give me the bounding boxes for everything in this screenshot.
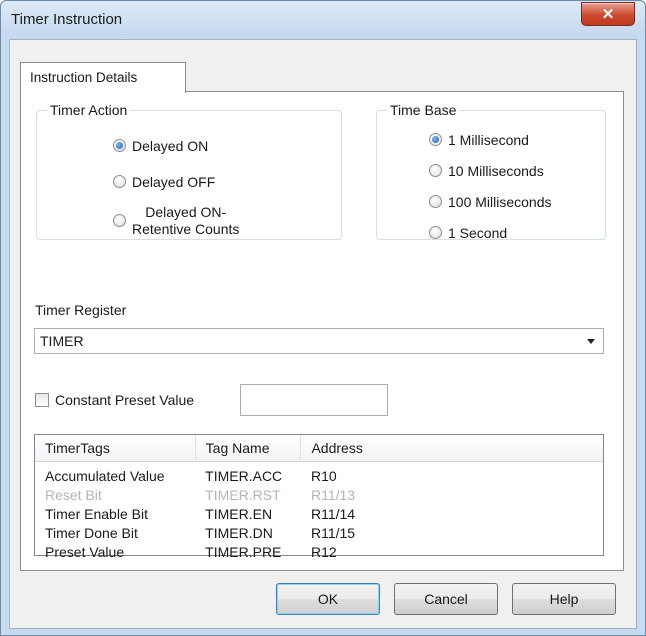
cell-address: R10 bbox=[310, 467, 337, 484]
column-header-address[interactable]: Address bbox=[300, 435, 603, 462]
ok-button[interactable]: OK bbox=[276, 583, 380, 615]
radio-delayed-on-retentive[interactable]: Delayed ON- Retentive Counts bbox=[113, 204, 239, 238]
radio-button-icon[interactable] bbox=[113, 175, 126, 188]
radio-label: 10 Milliseconds bbox=[448, 163, 544, 179]
radio-label: Delayed ON bbox=[132, 138, 209, 154]
cell-name: TIMER.ACC bbox=[205, 467, 283, 484]
radio-button-icon[interactable] bbox=[429, 164, 442, 177]
radio-1-second[interactable]: 1 Second bbox=[429, 225, 507, 242]
table-row[interactable]: Accumulated Value TIMER.ACC R10 bbox=[35, 462, 603, 486]
cell-tag: Preset Value bbox=[45, 543, 125, 560]
table-row: Reset Bit TIMER.RST R11/13 bbox=[35, 485, 603, 504]
timer-action-legend: Timer Action bbox=[50, 102, 128, 118]
time-base-legend: Time Base bbox=[390, 102, 457, 118]
cancel-button[interactable]: Cancel bbox=[394, 583, 498, 615]
timer-action-group: Timer Action Delayed ON Delayed OFF Dela… bbox=[36, 102, 342, 240]
constant-preset-checkbox[interactable] bbox=[35, 393, 49, 407]
close-button[interactable]: ✕ bbox=[581, 2, 635, 26]
radio-label: Delayed OFF bbox=[132, 174, 216, 190]
help-button[interactable]: Help bbox=[512, 583, 616, 615]
title-bar[interactable]: Timer Instruction ✕ bbox=[1, 1, 645, 37]
radio-1-millisecond[interactable]: 1 Millisecond bbox=[429, 132, 529, 149]
dialog-window: Timer Instruction ✕ Instruction Details … bbox=[0, 0, 646, 636]
cell-tag: Reset Bit bbox=[45, 486, 102, 503]
tab-instruction-details[interactable]: Instruction Details bbox=[20, 62, 186, 93]
radio-label: 1 Millisecond bbox=[448, 132, 529, 148]
radio-button-icon[interactable] bbox=[113, 214, 126, 227]
dialog-client-area: Instruction Details Timer Action Delayed… bbox=[9, 39, 637, 629]
cell-name: TIMER.DN bbox=[205, 524, 273, 541]
radio-button-icon[interactable] bbox=[113, 139, 126, 152]
cell-address: R12 bbox=[310, 543, 337, 560]
timer-register-value: TIMER bbox=[40, 333, 84, 349]
cell-tag: Timer Done Bit bbox=[45, 524, 138, 541]
radio-button-icon[interactable] bbox=[429, 133, 442, 146]
radio-delayed-off[interactable]: Delayed OFF bbox=[113, 174, 215, 191]
radio-100-milliseconds[interactable]: 100 Milliseconds bbox=[429, 194, 552, 211]
cell-address: R11/15 bbox=[310, 524, 356, 541]
cell-tag: Timer Enable Bit bbox=[45, 505, 148, 522]
cell-name: TIMER.PRE bbox=[205, 543, 282, 560]
close-icon: ✕ bbox=[601, 6, 615, 23]
timer-register-label: Timer Register bbox=[35, 302, 127, 318]
column-header-tag-name[interactable]: Tag Name bbox=[195, 435, 302, 462]
time-base-group: Time Base 1 Millisecond 10 Milliseconds … bbox=[376, 102, 606, 242]
radio-label: Delayed ON- Retentive Counts bbox=[132, 204, 240, 237]
instruction-details-panel: Timer Action Delayed ON Delayed OFF Dela… bbox=[20, 91, 624, 571]
timer-tags-table: TimerTags Tag Name Address Accumulated V… bbox=[34, 434, 604, 560]
radio-label: 1 Second bbox=[448, 225, 508, 241]
cell-name: TIMER.EN bbox=[205, 505, 273, 522]
cell-address: R11/14 bbox=[310, 505, 356, 522]
column-header-timertags[interactable]: TimerTags bbox=[35, 435, 196, 462]
cell-address: R11/13 bbox=[310, 486, 356, 503]
dropdown-arrow-icon[interactable] bbox=[587, 339, 595, 344]
tab-label: Instruction Details bbox=[30, 70, 138, 85]
constant-preset-label: Constant Preset Value bbox=[55, 392, 195, 408]
constant-preset-input[interactable] bbox=[240, 384, 388, 416]
table-header-row: TimerTags Tag Name Address bbox=[35, 435, 603, 462]
cell-name: TIMER.RST bbox=[205, 486, 281, 503]
radio-delayed-on[interactable]: Delayed ON bbox=[113, 138, 208, 155]
timer-register-dropdown[interactable]: TIMER bbox=[34, 328, 604, 354]
radio-10-milliseconds[interactable]: 10 Milliseconds bbox=[429, 163, 544, 180]
radio-button-icon[interactable] bbox=[429, 195, 442, 208]
window-title: Timer Instruction bbox=[11, 11, 123, 28]
radio-label: 100 Milliseconds bbox=[448, 194, 552, 210]
table-row[interactable]: Timer Enable Bit TIMER.EN R11/14 bbox=[35, 504, 603, 523]
table-row[interactable]: Preset Value TIMER.PRE R12 bbox=[35, 542, 603, 561]
cell-tag: Accumulated Value bbox=[45, 467, 165, 484]
radio-button-icon[interactable] bbox=[429, 226, 442, 239]
table-row[interactable]: Timer Done Bit TIMER.DN R11/15 bbox=[35, 523, 603, 542]
